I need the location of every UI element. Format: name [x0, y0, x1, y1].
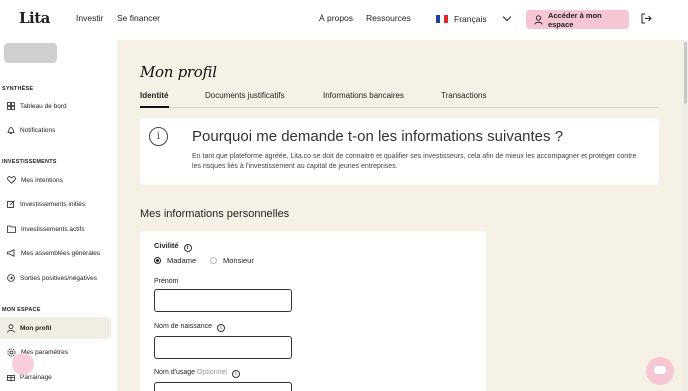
tab-transactions[interactable]: Transactions [441, 91, 487, 100]
sidebar-item-label: Mes intentions [21, 176, 63, 184]
tab-identite[interactable]: Identité [140, 91, 168, 100]
language-select[interactable]: Français [436, 11, 518, 27]
prenom-label: Prénom [154, 278, 179, 285]
info-title: Pourquoi me demande t-on les information… [192, 128, 564, 145]
heart-icon [7, 176, 16, 184]
nom-usage-text: Nom d'usage [154, 369, 196, 376]
sidebar-item-assemblees-generales[interactable]: Mes assemblées générales [0, 242, 111, 264]
sidebar-item-tableau-de-bord[interactable]: Tableau de bord [0, 95, 111, 117]
optional-tag: Optionnel [196, 369, 227, 376]
access-space-label: Accéder à mon espace [547, 10, 602, 29]
language-label: Français [454, 14, 487, 24]
gift-icon [7, 375, 15, 381]
section-investissements: INVESTISSEMENTS [2, 159, 57, 165]
top-nav: Lita Investir Se financer À propos Resso… [0, 0, 688, 40]
radio-monsieur-label: Monsieur [223, 256, 254, 265]
sidebar-item-label: Sorties positives/négatives [20, 274, 97, 282]
radio-madame-label: Madame [167, 256, 197, 265]
prenom-input[interactable] [154, 289, 292, 312]
page-title: Mon profil [140, 63, 217, 81]
scrollbar-thumb[interactable] [684, 42, 687, 104]
info-icon[interactable]: i [216, 324, 225, 332]
dashboard-icon [7, 102, 15, 110]
nom-naissance-label: Nom de naissance i [154, 323, 225, 332]
megaphone-icon [7, 249, 15, 257]
nom-naissance-text: Nom de naissance [154, 323, 212, 330]
exit-icon [7, 274, 15, 282]
personal-info-card: Civilité i Madame Monsieur Prénom Nom de … [140, 231, 486, 391]
logout-icon[interactable] [641, 13, 652, 24]
nav-investir[interactable]: Investir [76, 13, 103, 23]
info-box: i Pourquoi me demande t-on les informati… [140, 118, 659, 185]
access-space-button[interactable]: Accéder à mon espace [526, 10, 629, 29]
sidebar-item-label: Tableau de bord [20, 102, 67, 110]
nav-se-financer[interactable]: Se financer [117, 13, 160, 23]
sidebar-item-label: Notifications [20, 126, 56, 134]
civilite-label: Civilité i [154, 241, 192, 252]
folder-icon [7, 225, 16, 233]
info-icon[interactable]: i [183, 244, 192, 252]
logo[interactable]: Lita [19, 9, 50, 27]
nav-apropos[interactable]: À propos [319, 13, 353, 23]
sidebar-item-sorties[interactable]: Sorties positives/négatives [0, 267, 111, 289]
sidebar-item-investissements-inities[interactable]: Investissements initiés [0, 193, 111, 215]
bell-icon [7, 126, 15, 134]
french-flag-icon [436, 15, 448, 23]
sidebar-item-label: Investissements actifs [21, 225, 85, 233]
radio-madame[interactable]: Madame [154, 256, 196, 265]
radio-monsieur[interactable]: Monsieur [210, 256, 254, 265]
sidebar-item-notifications[interactable]: Notifications [0, 119, 111, 141]
main-content: Mon profil Identité Documents justificat… [117, 40, 683, 391]
radio-unchecked-icon [210, 257, 217, 264]
section-title: Mes informations personnelles [140, 208, 290, 220]
sidebar-item-mes-intentions[interactable]: Mes intentions [0, 169, 111, 191]
profile-tabs: Identité Documents justificatifs Informa… [140, 90, 659, 108]
section-synthese: SYNTHÈSE [2, 86, 34, 92]
info-text: En tant que plateforme agréée, Lita.co s… [192, 153, 637, 170]
edit-icon [7, 200, 15, 208]
account-switcher[interactable] [4, 43, 57, 63]
sidebar-item-investissements-actifs[interactable]: Investissements actifs [0, 218, 111, 240]
sidebar-item-label: Mon profil [20, 324, 52, 332]
civilite-text: Civilité [154, 241, 179, 250]
nav-ressources[interactable]: Ressources [366, 13, 411, 23]
floating-action-button[interactable] [12, 353, 34, 375]
user-icon [7, 323, 15, 333]
info-icon: i [149, 127, 168, 146]
radio-checked-icon [154, 257, 161, 264]
active-tab-indicator [140, 106, 169, 108]
nom-usage-label: Nom d'usage Optionnel i [154, 369, 240, 378]
sidebar-item-label: Mes assemblées générales [21, 249, 101, 257]
nom-usage-input[interactable] [154, 382, 292, 391]
chevron-down-icon [502, 12, 512, 22]
user-icon [534, 14, 543, 25]
chat-icon[interactable] [646, 357, 674, 385]
info-icon[interactable]: i [231, 370, 240, 378]
tab-documents[interactable]: Documents justificatifs [205, 91, 285, 100]
section-mon-espace: MON ESPACE [2, 307, 41, 313]
sidebar-item-label: Investissements initiés [20, 200, 86, 208]
tab-informations-bancaires[interactable]: Informations bancaires [323, 91, 404, 100]
nom-naissance-input[interactable] [154, 336, 292, 359]
sidebar: SYNTHÈSE Tableau de bord Notifications I… [0, 40, 117, 391]
sidebar-item-mon-profil[interactable]: Mon profil [0, 317, 111, 339]
